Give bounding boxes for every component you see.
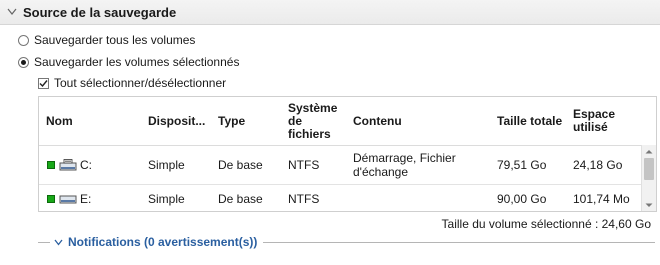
radio-label: Sauvegarder les volumes sélectionnés [34,55,240,69]
checkbox-checked-icon[interactable] [47,195,55,203]
column-header-used-space[interactable]: Espace utilisé [573,97,633,145]
scrollbar-thumb[interactable] [644,158,654,180]
chevron-down-icon[interactable] [54,239,63,246]
section-title: Source de la sauvegarde [23,4,177,20]
checkbox-checked-icon[interactable] [47,161,55,169]
chevron-down-icon[interactable] [5,8,19,16]
radio-button[interactable] [18,34,29,46]
type-cell: De base [218,192,263,206]
scroll-down-arrow-icon[interactable] [642,199,656,211]
divider [263,241,655,243]
divider [38,241,50,243]
section-header[interactable]: Source de la sauvegarde [0,0,660,25]
column-header-total-size[interactable]: Taille totale [497,97,569,145]
column-header-type[interactable]: Type [218,97,278,145]
table-row[interactable]: E: Simple De base NTFS 90,00 Go 101,74 M… [39,185,642,211]
system-drive-icon [59,159,77,171]
hard-drive-icon [59,195,77,204]
volume-cell: C: [47,146,92,184]
notifications-section[interactable]: Notifications (0 avertissement(s)) [38,233,655,251]
used-space-cell: 24,18 Go [573,158,623,172]
table-scrollbar[interactable] [641,145,656,211]
select-all-label: Tout sélectionner/désélectionner [54,76,227,90]
select-all-checkbox[interactable] [38,77,49,89]
column-header-content[interactable]: Contenu [353,97,483,145]
select-all-checkbox-row[interactable]: Tout sélectionner/désélectionner [38,76,226,90]
radio-button[interactable] [18,56,29,68]
selected-volume-size: Taille du volume sélectionné : 24,60 Go [441,217,651,231]
checkmark-icon [39,79,48,87]
filesystem-cell: NTFS [288,192,320,206]
volumes-table: Nom Disposit... Type Système de fichiers… [38,96,657,212]
table-row[interactable]: C: Simple De base NTFS Démarrage, Fichie… [39,146,642,185]
table-header: Nom Disposit... Type Système de fichiers… [39,97,642,146]
column-header-layout[interactable]: Disposit... [148,97,214,145]
notifications-label[interactable]: Notifications (0 avertissement(s)) [68,235,257,249]
content-cell: Démarrage, Fichier d'échange [353,151,456,179]
layout-cell: Simple [148,158,185,172]
scroll-up-arrow-icon[interactable] [642,145,656,157]
volume-cell: E: [47,185,92,211]
type-cell: De base [218,158,263,172]
radio-selected-volumes[interactable]: Sauvegarder les volumes sélectionnés [18,55,239,69]
used-space-cell: 101,74 Mo [573,192,630,206]
volume-name: C: [80,158,92,172]
layout-cell: Simple [148,192,185,206]
radio-label: Sauvegarder tous les volumes [34,33,196,47]
total-size-cell: 79,51 Go [497,158,547,172]
column-header-name[interactable]: Nom [46,97,136,145]
filesystem-cell: NTFS [288,158,320,172]
total-size-cell: 90,00 Go [497,192,547,206]
column-header-filesystem[interactable]: Système de fichiers [288,97,346,145]
radio-all-volumes[interactable]: Sauvegarder tous les volumes [18,33,195,47]
volume-name: E: [80,192,92,206]
